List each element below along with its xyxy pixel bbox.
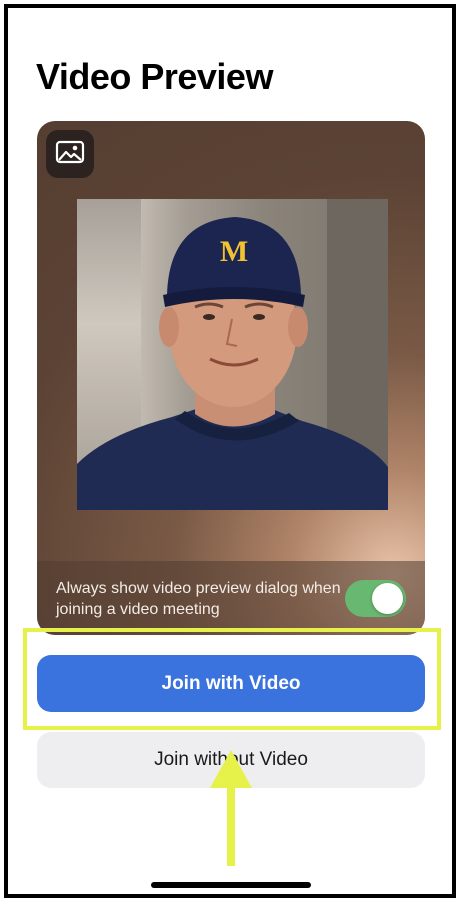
cap-logo: M — [220, 235, 248, 268]
page-title: Video Preview — [36, 56, 273, 97]
always-show-preview-toggle[interactable] — [345, 580, 406, 617]
home-indicator — [151, 882, 311, 888]
always-show-preview-label: Always show video preview dialog when jo… — [56, 580, 341, 618]
image-icon — [55, 139, 85, 170]
video-preview: M Always show video preview dialog when … — [37, 121, 425, 635]
arrow-up-icon — [208, 750, 254, 873]
join-with-video-button[interactable]: Join with Video — [37, 655, 425, 712]
camera-preview-photo: M — [77, 199, 388, 510]
virtual-background-button[interactable] — [46, 130, 94, 178]
toggle-knob — [372, 583, 403, 614]
